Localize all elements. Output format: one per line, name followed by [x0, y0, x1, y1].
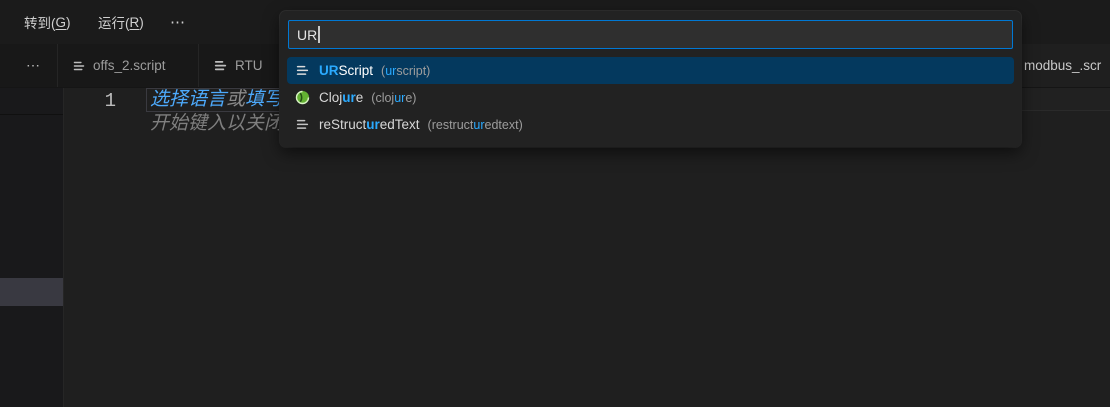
menu-item-run[interactable]: 运行(R)	[88, 0, 154, 44]
left-rail-divider	[0, 114, 63, 115]
quick-pick-list: URScript (urscript) Clojure (clojure) reStru…	[287, 57, 1014, 138]
quick-input-value: UR	[297, 27, 317, 43]
menu-item-goto[interactable]: 转到(G)	[14, 0, 81, 44]
tab-modbus-script[interactable]: modbus_.scr	[1012, 44, 1110, 87]
menu-label: )	[66, 15, 71, 30]
file-lines-icon	[295, 63, 311, 78]
breadcrumbs-bar	[1021, 88, 1110, 111]
quickpick-item-label: reStructuredText	[319, 117, 420, 132]
fill-template-link[interactable]: 填写	[245, 89, 283, 110]
vscode-window: ) 转到(G) 运行(R) ⋯ ⋯ offs_2.script RTU modb…	[0, 0, 1110, 407]
menu-label: )	[139, 15, 144, 30]
menu-label: 运行(	[98, 12, 130, 32]
quick-input-box[interactable]: UR	[288, 20, 1013, 49]
quickpick-item-1[interactable]: Clojure (clojure)	[287, 84, 1014, 111]
quickpick-item-description: (restructuredtext)	[428, 118, 523, 132]
left-rail	[0, 88, 63, 407]
tab-overflow-icon[interactable]: ⋯	[18, 44, 50, 87]
quickpick-item-0[interactable]: URScript (urscript)	[287, 57, 1014, 84]
tab-label: offs_2.script	[93, 58, 166, 73]
editor-language-hint: 选择语言或填写	[150, 89, 283, 111]
file-lines-icon	[213, 58, 228, 73]
menu-item-clipped[interactable]: )	[0, 0, 1, 44]
text-cursor	[318, 26, 320, 43]
hint-text: 或	[226, 89, 245, 110]
quickpick-item-label: Clojure	[319, 90, 363, 105]
select-language-link[interactable]: 选择语言	[150, 89, 226, 110]
line-number: 1	[64, 90, 116, 112]
quickpick-item-2[interactable]: reStructuredText (restructuredtext)	[287, 111, 1014, 138]
menubar-overflow-icon[interactable]: ⋯	[162, 0, 195, 44]
editor-dismiss-hint: 开始键入以关闭	[150, 112, 283, 135]
left-rail-scrollbar-thumb[interactable]	[0, 278, 63, 306]
menu-mnemonic: G	[56, 15, 67, 30]
quickpick-item-label: URScript	[319, 63, 373, 78]
quickpick-item-description: (urscript)	[381, 64, 430, 78]
menu-label: 转到(	[24, 12, 56, 32]
quickpick-item-description: (clojure)	[371, 91, 416, 105]
tab-label: modbus_.scr	[1024, 58, 1101, 73]
tab-offs-2-script[interactable]: offs_2.script	[57, 44, 199, 87]
file-lines-icon	[72, 59, 86, 73]
tab-label: RTU	[235, 58, 263, 73]
quick-input-panel: UR URScript (urscript) Clojure (clojure) reS…	[280, 11, 1021, 147]
clojure-icon	[295, 90, 311, 105]
menu-mnemonic: R	[130, 15, 140, 30]
file-lines-icon	[295, 117, 311, 132]
